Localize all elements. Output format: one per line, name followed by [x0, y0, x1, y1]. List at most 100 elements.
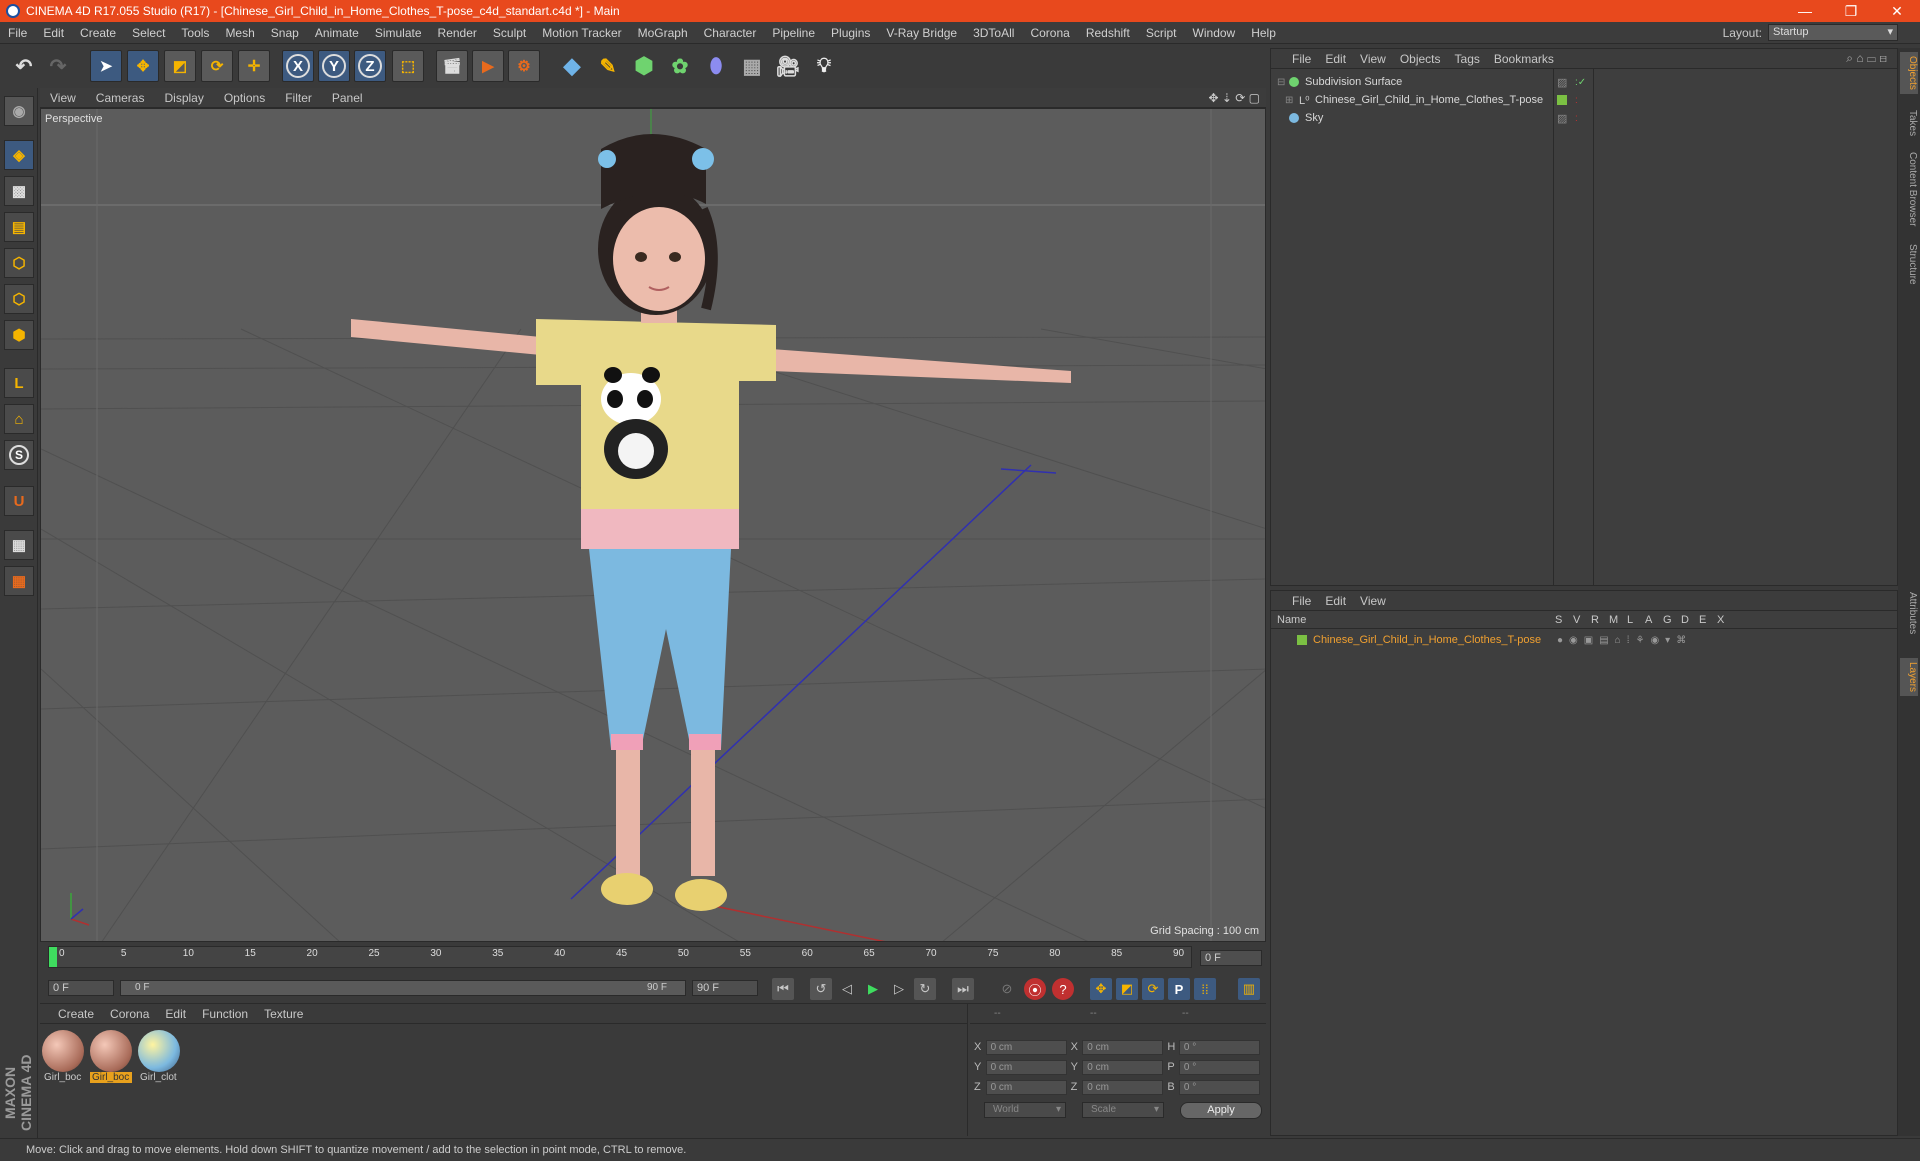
subdivision-surface-button[interactable]: ⬢	[628, 50, 660, 82]
size-y-field[interactable]: 0 cm	[1082, 1059, 1164, 1075]
make-editable-button[interactable]: ◉	[4, 96, 34, 126]
x-axis-lock-button[interactable]: X	[282, 50, 314, 82]
menu-sculpt[interactable]: Sculpt	[485, 26, 534, 40]
collapse-icon[interactable]: ⊟	[1277, 77, 1285, 88]
render-settings-button[interactable]: ⚙	[508, 50, 540, 82]
visibility-dots-icon[interactable]: :	[1575, 95, 1578, 106]
menu-create[interactable]: Create	[72, 26, 124, 40]
menu-edit[interactable]: Edit	[35, 26, 72, 40]
workplane-mode-button[interactable]: ▤	[4, 212, 34, 242]
key-pla-button[interactable]: ⁞⁞	[1194, 978, 1216, 1000]
apply-button[interactable]: Apply	[1180, 1102, 1262, 1119]
play-button[interactable]: ▶	[862, 978, 884, 1000]
menu-animate[interactable]: Animate	[307, 26, 367, 40]
key-rotation-button[interactable]: ⟳	[1142, 978, 1164, 1000]
end-frame-field[interactable]: 90 F	[692, 980, 758, 996]
tab-content-browser[interactable]: Content Browser	[1900, 148, 1918, 230]
render-view-button[interactable]: 🎬︎	[436, 50, 468, 82]
menu-render[interactable]: Render	[430, 26, 485, 40]
menu-plugins[interactable]: Plugins	[823, 26, 878, 40]
menu-corona[interactable]: Corona	[1022, 26, 1077, 40]
layer-swatch-icon[interactable]: ▨	[1557, 76, 1567, 89]
menu-vray-bridge[interactable]: V-Ray Bridge	[878, 26, 965, 40]
select-tool-button[interactable]: ➤	[90, 50, 122, 82]
material-menu-function[interactable]: Function	[194, 1007, 256, 1021]
layer-swatch-icon[interactable]: ▨	[1557, 112, 1567, 125]
floor-button[interactable]: ▦	[736, 50, 768, 82]
next-frame-button[interactable]: ▷	[888, 978, 910, 1000]
menu-redshift[interactable]: Redshift	[1078, 26, 1138, 40]
viewport-menu-panel[interactable]: Panel	[322, 91, 373, 105]
current-frame-field[interactable]: 0 F	[1200, 950, 1262, 966]
scale-tool-button[interactable]: ◩	[164, 50, 196, 82]
material-menu-create[interactable]: Create	[50, 1007, 102, 1021]
pen-spline-button[interactable]: ✎	[592, 50, 624, 82]
viewport-menu-view[interactable]: View	[40, 91, 86, 105]
y-axis-lock-button[interactable]: Y	[318, 50, 350, 82]
tab-attributes[interactable]: Attributes	[1900, 588, 1918, 638]
object-menu-file[interactable]: File	[1285, 52, 1318, 66]
timeline-window-button[interactable]: ▥	[1238, 978, 1260, 1000]
perspective-viewport[interactable]: Perspective Grid Spacing : 100 cm	[40, 108, 1266, 942]
previous-frame-button[interactable]: ◁	[836, 978, 858, 1000]
object-row[interactable]: ⊟ Subdivision Surface ▨ :✓	[1271, 73, 1897, 91]
tab-takes[interactable]: Takes	[1900, 106, 1918, 140]
edges-mode-button[interactable]: ⬡	[4, 284, 34, 314]
tweak-mode-button[interactable]: ⌂	[4, 404, 34, 434]
timeline-track[interactable]: 0 5 10 15 20 25 30 35 40 45 50 55 60 65 70 75 80 85 90	[48, 946, 1192, 968]
viewport-menu-cameras[interactable]: Cameras	[86, 91, 155, 105]
minimize-button[interactable]: —	[1782, 0, 1828, 22]
object-manager-search-icon[interactable]: ⌕ ⌂ ▭ ⊟	[1846, 51, 1887, 66]
live-selection-button[interactable]: ✛	[238, 50, 270, 82]
expand-icon[interactable]: ⊞	[1285, 95, 1293, 106]
cloner-button[interactable]: ✿	[664, 50, 696, 82]
menu-tools[interactable]: Tools	[173, 26, 217, 40]
close-button[interactable]: ✕	[1874, 0, 1920, 22]
position-z-field[interactable]: 0 cm	[985, 1079, 1067, 1095]
layer-color-swatch[interactable]	[1557, 95, 1567, 105]
material-menu-edit[interactable]: Edit	[157, 1007, 194, 1021]
coordinate-space-select[interactable]: World ▾	[984, 1102, 1066, 1118]
layer-menu-file[interactable]: File	[1285, 594, 1318, 608]
viewport-nav-icons[interactable]: ✥ ⇣ ⟳ ▢	[1208, 91, 1260, 105]
tab-structure[interactable]: Structure	[1900, 240, 1918, 289]
object-menu-view[interactable]: View	[1353, 52, 1393, 66]
rotation-h-field[interactable]: 0 °	[1178, 1039, 1261, 1055]
material-swatch-selected[interactable]: Girl_boc	[90, 1030, 132, 1088]
z-axis-lock-button[interactable]: Z	[354, 50, 386, 82]
layer-color-swatch[interactable]	[1297, 635, 1307, 645]
menu-window[interactable]: Window	[1185, 26, 1244, 40]
playhead[interactable]	[49, 947, 57, 967]
axis-mode-button[interactable]: L	[4, 368, 34, 398]
object-menu-bookmarks[interactable]: Bookmarks	[1487, 52, 1561, 66]
solo-button[interactable]: S	[4, 440, 34, 470]
menu-snap[interactable]: Snap	[263, 26, 307, 40]
record-keys-button[interactable]: ⊘	[996, 978, 1018, 1000]
key-parameter-button[interactable]: P	[1168, 978, 1190, 1000]
material-swatch[interactable]: Girl_clot	[138, 1030, 180, 1088]
menu-simulate[interactable]: Simulate	[367, 26, 430, 40]
material-swatch[interactable]: Girl_boc	[42, 1030, 84, 1088]
deformer-button[interactable]: ⬮	[700, 50, 732, 82]
menu-help[interactable]: Help	[1243, 26, 1284, 40]
key-position-button[interactable]: ✥	[1090, 978, 1112, 1000]
points-mode-button[interactable]: ⬡	[4, 248, 34, 278]
material-menu-corona[interactable]: Corona	[102, 1007, 157, 1021]
move-tool-button[interactable]: ✥	[127, 50, 159, 82]
layer-toggle-icons[interactable]: ●◉▣▤⌂⁞⚘◉▾⌘	[1557, 635, 1692, 646]
coordinate-system-button[interactable]: ⬚	[392, 50, 424, 82]
size-mode-select[interactable]: Scale ▾	[1082, 1102, 1164, 1118]
position-x-field[interactable]: 0 cm	[985, 1039, 1067, 1055]
layout-select[interactable]: Startup ▾	[1768, 24, 1898, 41]
rotation-b-field[interactable]: 0 °	[1178, 1079, 1261, 1095]
object-row[interactable]: Sky ▨ :	[1271, 109, 1897, 127]
viewport-menu-display[interactable]: Display	[154, 91, 213, 105]
timeline-ruler[interactable]: 0 5 10 15 20 25 30 35 40 45 50 55 60 65 70 75 80 85 90 0 F	[40, 942, 1266, 972]
tab-layers[interactable]: Layers	[1900, 658, 1918, 697]
size-x-field[interactable]: 0 cm	[1082, 1039, 1164, 1055]
object-menu-tags[interactable]: Tags	[1448, 52, 1487, 66]
snap-button[interactable]: U	[4, 486, 34, 516]
menu-3dtoall[interactable]: 3DToAll	[965, 26, 1022, 40]
preview-range-slider[interactable]: 0 F 90 F	[120, 980, 686, 996]
key-scale-button[interactable]: ◩	[1116, 978, 1138, 1000]
